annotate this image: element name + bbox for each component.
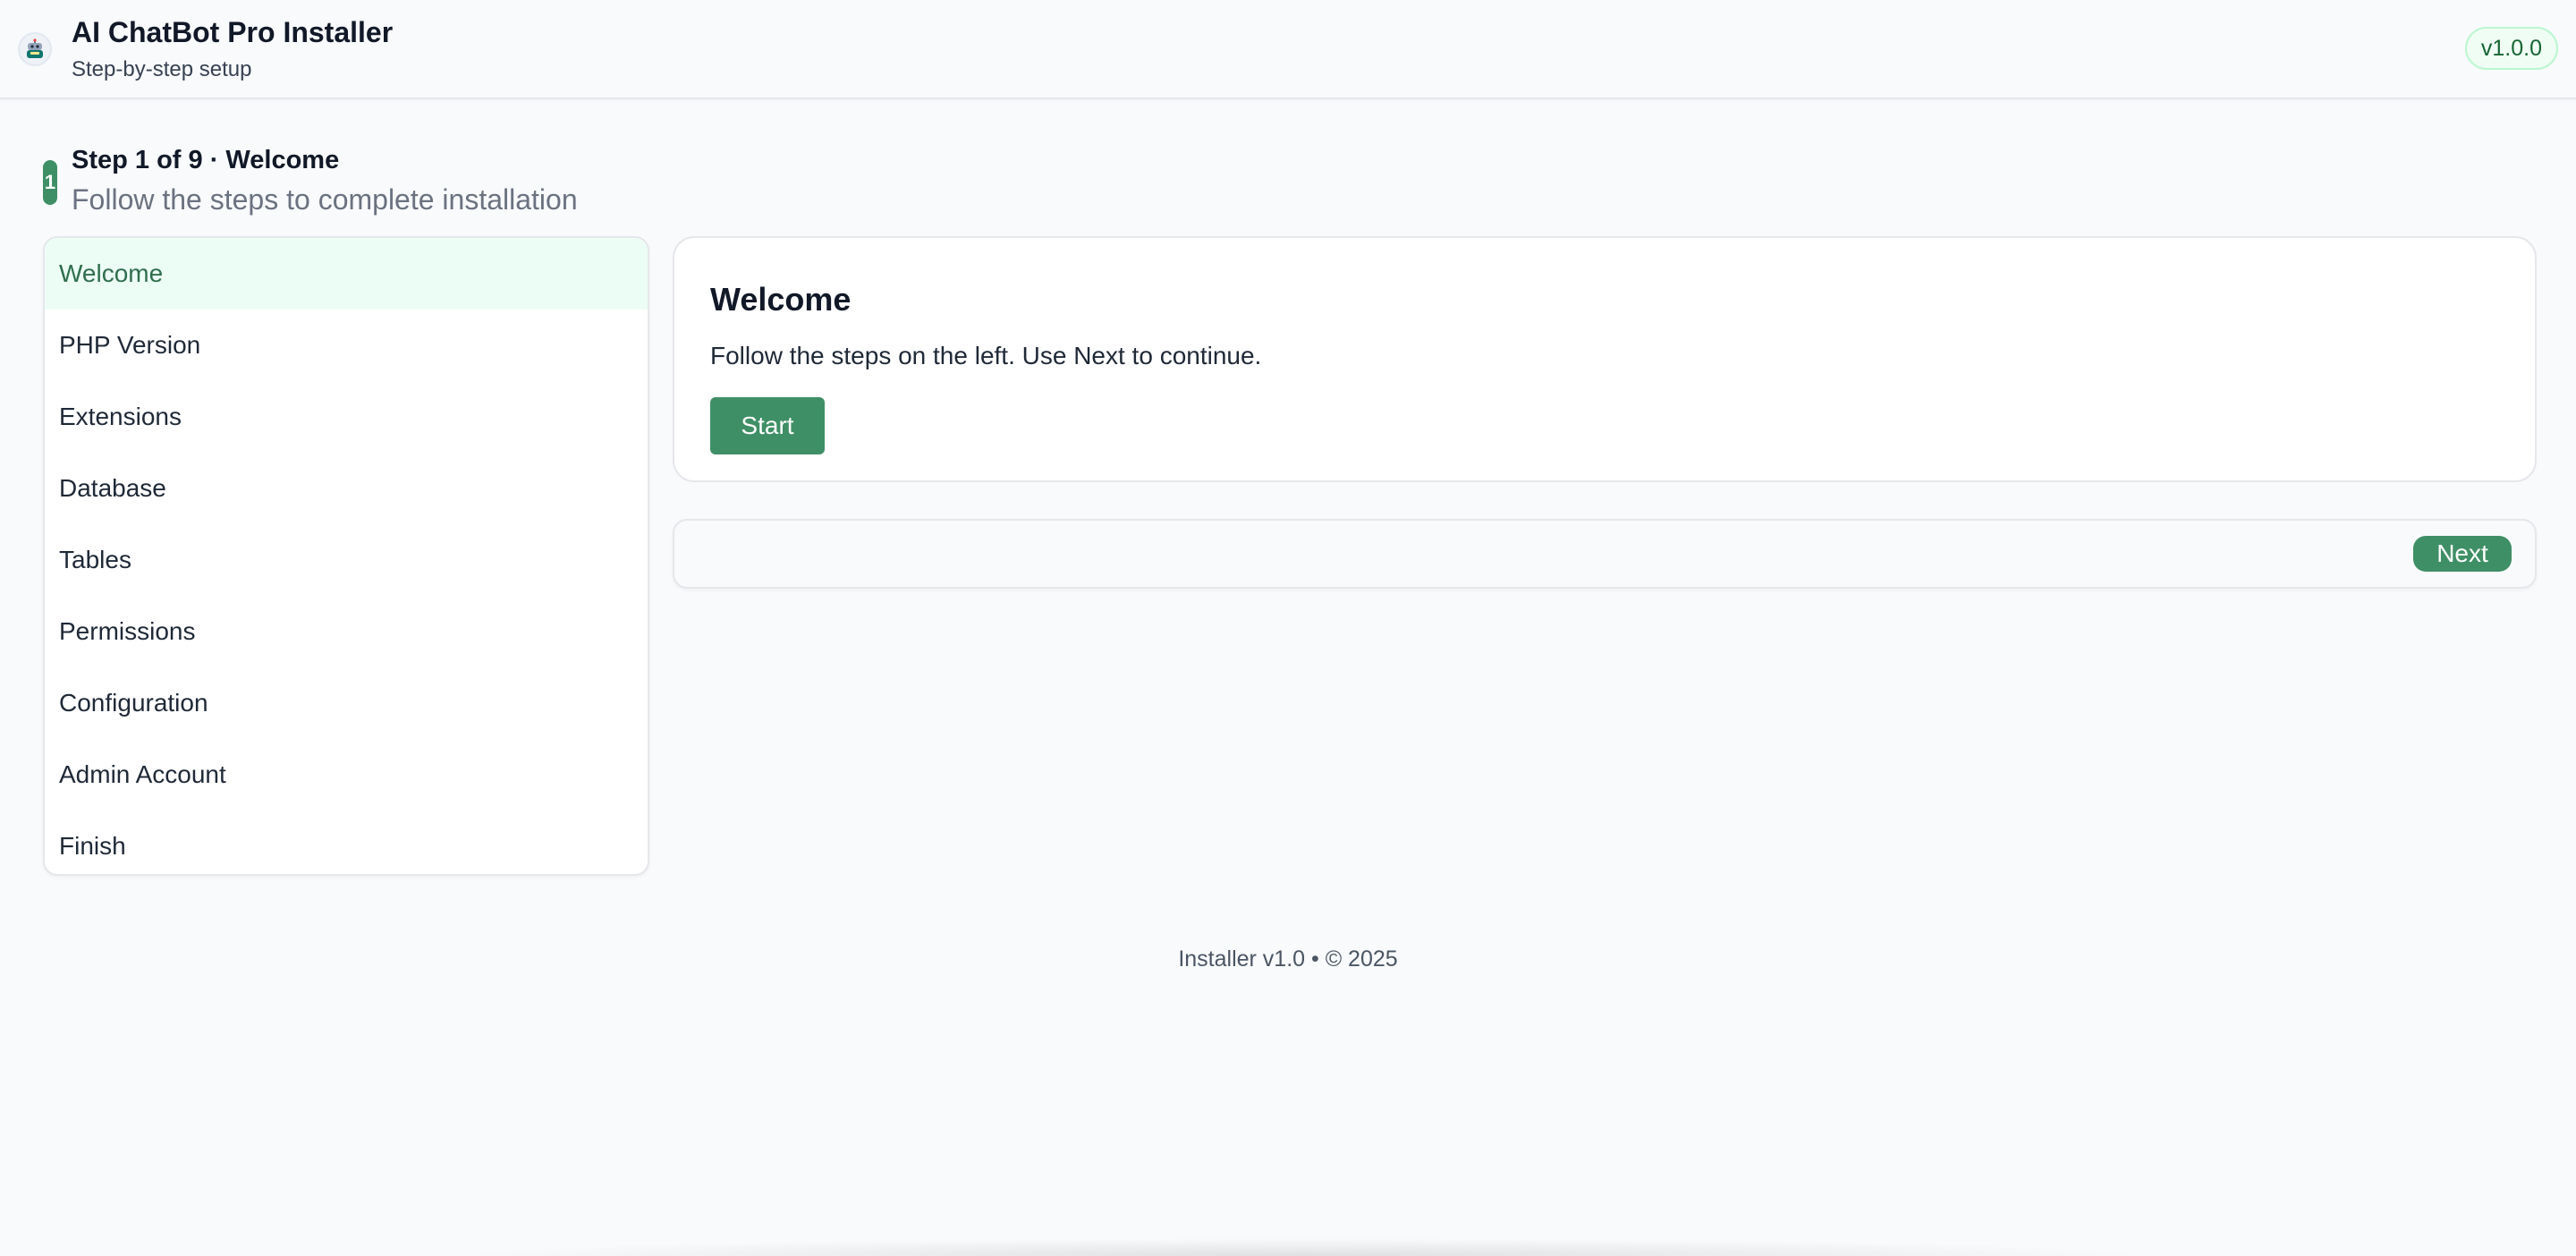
app-title: AI ChatBot Pro Installer [72, 16, 394, 48]
sidebar-item-configuration[interactable]: Configuration [45, 667, 648, 739]
bottom-shadow [447, 1238, 2165, 1256]
sidebar-item-tables[interactable]: Tables [45, 524, 648, 596]
footer-text: Installer v1.0 • © 2025 [1178, 946, 1398, 972]
sidebar-item-permissions[interactable]: Permissions [45, 596, 648, 667]
start-button[interactable]: Start [710, 397, 825, 454]
app-subtitle: Step-by-step setup [72, 57, 252, 81]
step-number-badge: 1 [43, 160, 57, 205]
step-heading: Step 1 of 9 · Welcome [72, 146, 340, 174]
version-badge: v1.0.0 [2464, 27, 2558, 70]
app-header: AI ChatBot Pro Installer Step-by-step se… [0, 0, 2576, 99]
sidebar-item-php-version[interactable]: PHP Version [45, 310, 648, 381]
sidebar-item-extensions[interactable]: Extensions [45, 381, 648, 453]
sidebar-item-admin-account[interactable]: Admin Account [45, 739, 648, 810]
sidebar-item-database[interactable]: Database [45, 453, 648, 524]
next-button[interactable]: Next [2413, 536, 2512, 572]
card-text: Follow the steps on the left. Use Next t… [710, 342, 1262, 369]
sidebar-item-finish[interactable]: Finish [45, 810, 648, 874]
step-navigation-bar: Next [673, 519, 2537, 589]
welcome-card: Welcome Follow the steps on the left. Us… [673, 236, 2537, 482]
card-title: Welcome [710, 281, 852, 318]
robot-icon [18, 32, 52, 66]
step-description: Follow the steps to complete installatio… [72, 183, 578, 216]
steps-sidebar: Welcome PHP Version Extensions Database … [43, 236, 649, 876]
sidebar-item-welcome[interactable]: Welcome [45, 238, 648, 310]
